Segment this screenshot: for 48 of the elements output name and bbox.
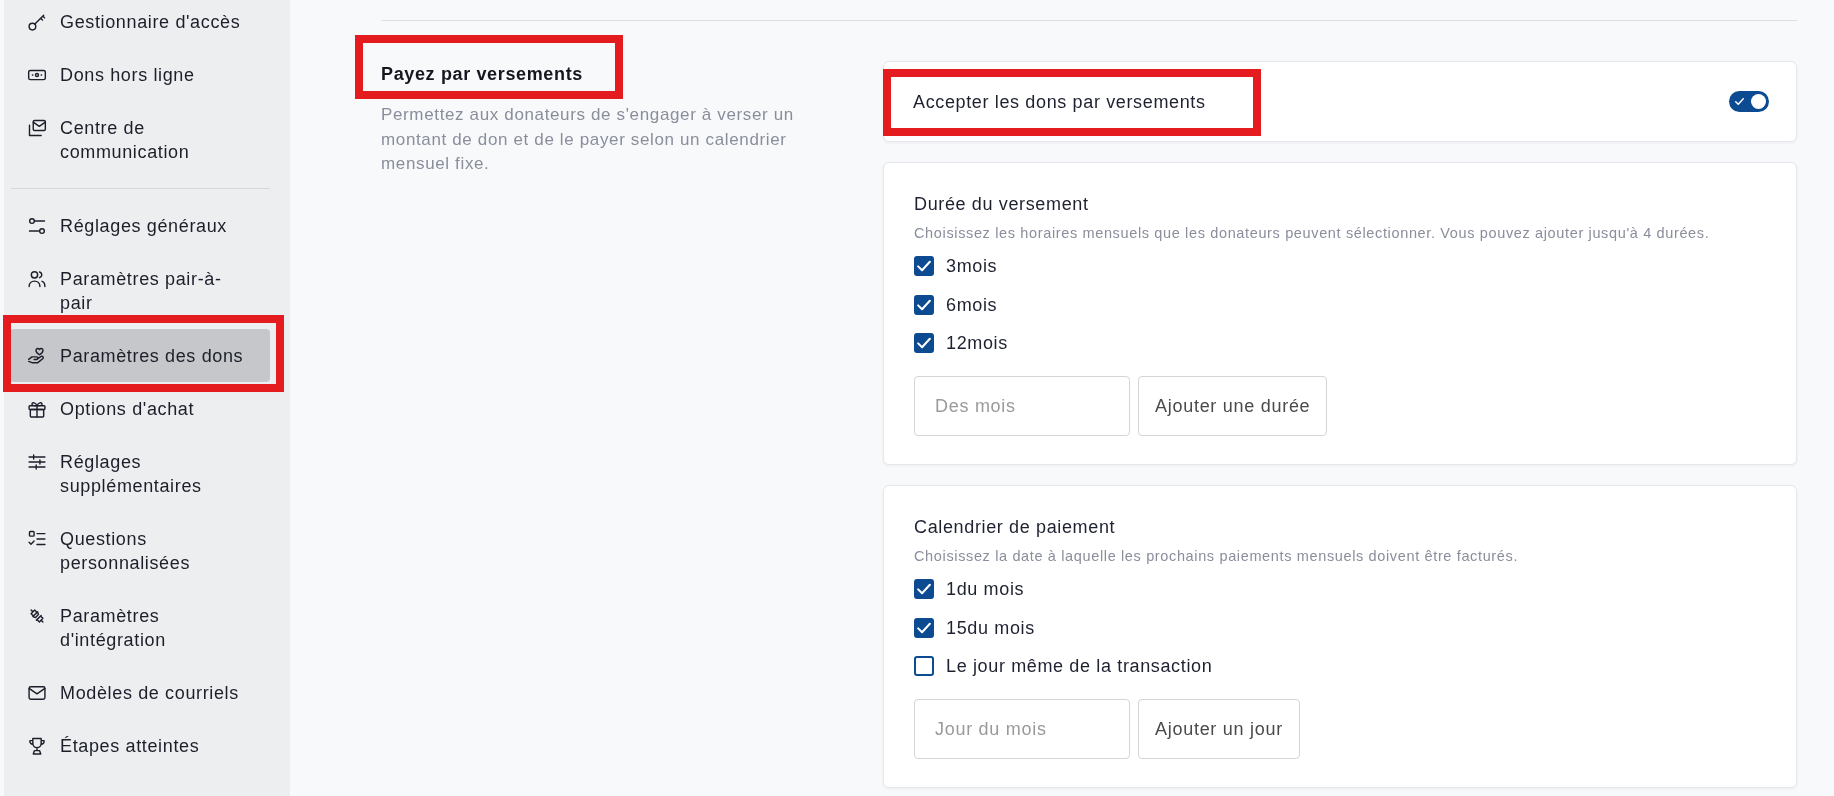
envelope-stack-icon <box>27 117 47 138</box>
sidebar-item[interactable]: Paramètres des dons <box>10 329 270 382</box>
card-title: Durée du versement <box>914 193 1090 216</box>
add-button[interactable]: Ajouter une durée <box>1138 376 1328 436</box>
checkbox-label[interactable]: 12mois <box>946 331 1008 355</box>
hand-heart-icon <box>27 345 47 366</box>
section-description: Permettez aux donateurs de s'engager à verser un montant de don et de le payer selon un calendrier mensuel fixe. <box>381 104 795 175</box>
checkbox-label[interactable]: 3mois <box>946 254 998 278</box>
sidebar-item[interactable]: Modèles de courriels <box>10 666 270 719</box>
checkbox[interactable] <box>914 617 934 638</box>
check-icon <box>917 297 931 312</box>
sidebar-item[interactable]: Dons hors ligne <box>10 48 270 101</box>
card-hint: Choisissez les horaires mensuels que les donateurs peuvent sélectionner. Vous pouvez ajouter jusqu'à 4 durées. <box>914 224 1711 243</box>
sidebar-item[interactable]: Questions personnalisées <box>10 512 270 589</box>
sidebar-item[interactable]: Gestionnaire d'accès <box>10 0 270 48</box>
sidebar-item[interactable]: Centre de communication <box>10 101 270 178</box>
text-input[interactable]: Jour du mois <box>914 699 1130 759</box>
people-icon <box>27 268 47 289</box>
check-icon <box>917 582 931 596</box>
checkbox[interactable] <box>914 579 934 599</box>
card-hint: Choisissez la date à laquelle les prochains paiements mensuels doivent être facturés. <box>914 547 1520 566</box>
card-title: Calendrier de paiement <box>914 516 1117 539</box>
check-icon <box>917 336 931 350</box>
checkbox[interactable] <box>914 294 934 315</box>
checkbox-label[interactable]: 15du mois <box>946 615 1035 640</box>
sidebar-item[interactable]: Paramètres d'intégration <box>10 589 270 666</box>
sidebar-item[interactable]: Réglages supplémentaires <box>10 435 270 512</box>
checkbox-label[interactable]: 6mois <box>946 292 998 317</box>
sidebar-item[interactable]: Étapes atteintes <box>10 719 270 772</box>
sidebar-item[interactable]: Options d'achat <box>10 382 270 435</box>
adjustments-icon <box>27 451 47 472</box>
sidebar-item[interactable]: Paramètres pair-à-pair <box>10 252 270 329</box>
check-icon <box>917 620 931 635</box>
toggle-switch[interactable] <box>1729 91 1769 112</box>
sliders-icon <box>27 215 47 236</box>
checkbox-label[interactable]: 1du mois <box>946 577 1025 601</box>
sidebar-item[interactable]: Réglages généraux <box>10 199 270 252</box>
checkbox-label[interactable]: Le jour même de la transaction <box>946 654 1213 678</box>
checkbox[interactable] <box>914 256 934 276</box>
check-icon <box>917 259 931 273</box>
checkbox[interactable] <box>914 656 934 676</box>
trophy-icon <box>27 735 47 756</box>
text-input[interactable]: Des mois <box>914 376 1130 436</box>
checkbox[interactable] <box>914 333 934 353</box>
toggle-label: Accepter les dons par versements <box>913 90 1206 114</box>
add-button[interactable]: Ajouter un jour <box>1138 699 1300 759</box>
check-icon <box>1735 97 1744 106</box>
section-title: Payez par versements <box>381 63 583 86</box>
